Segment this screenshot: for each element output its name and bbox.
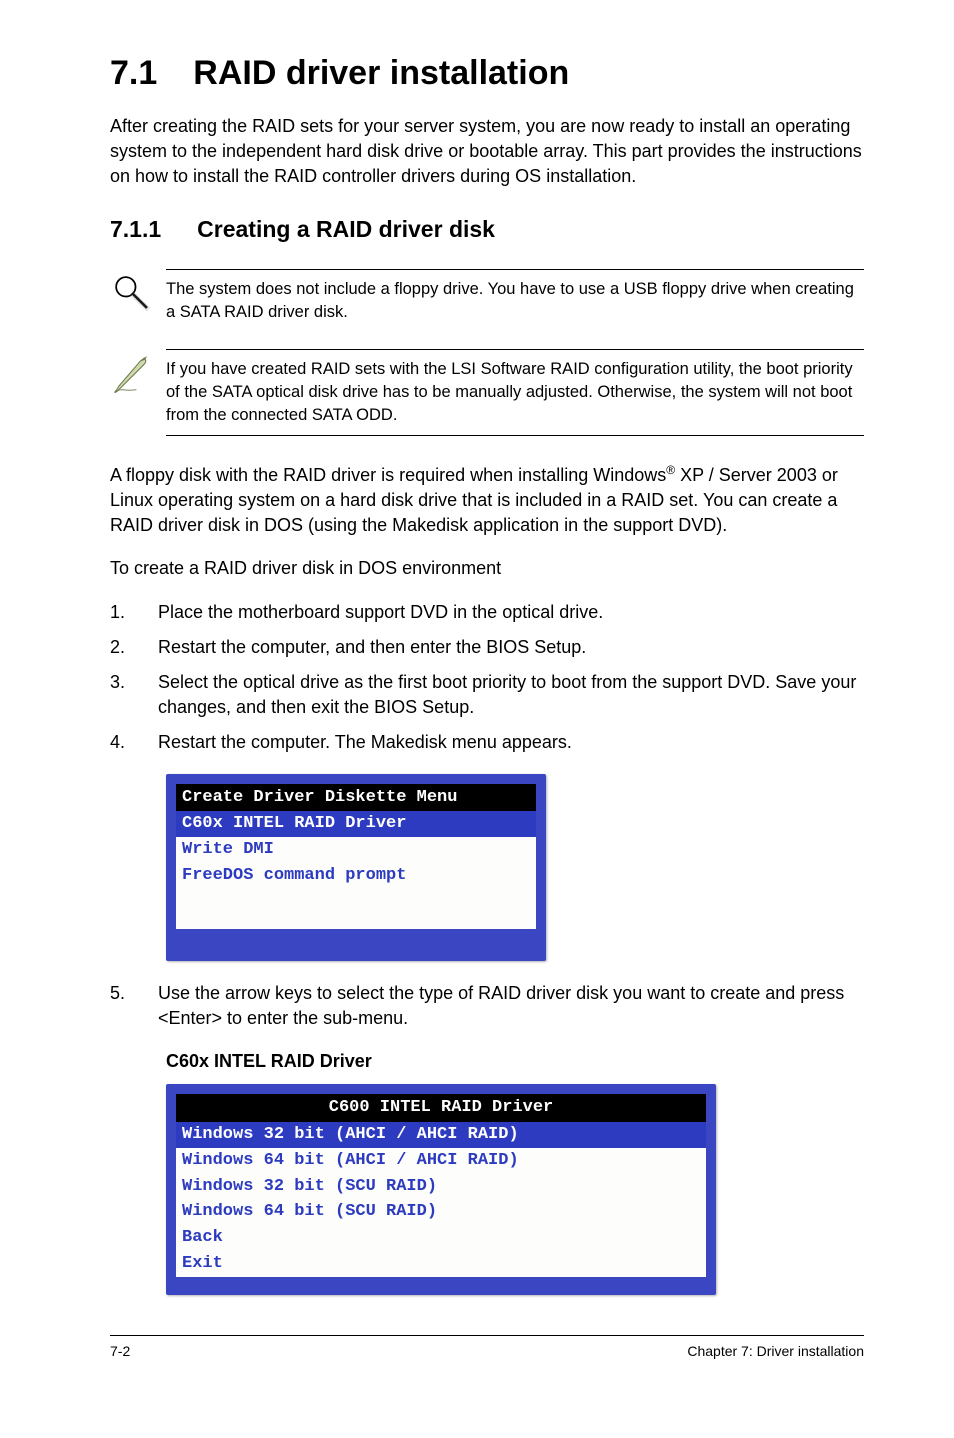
screen-frame: C600 INTEL RAID Driver Windows 32 bit (A… [166,1084,716,1295]
section-number: 7.1 [110,54,157,92]
menu-item: Back [176,1225,706,1251]
steps-list: 1. Place the motherboard support DVD in … [110,600,864,756]
step-number: 1. [110,600,158,625]
registered-mark: ® [666,463,675,477]
section-title-text: RAID driver installation [193,54,569,92]
menu-item-selected: C60x INTEL RAID Driver [176,811,536,837]
menu-item: Write DMI [176,837,536,863]
menu-empty-space [176,889,536,929]
step-number: 5. [110,981,158,1031]
screen-body: C60x INTEL RAID Driver Write DMI FreeDOS… [176,811,536,928]
note-text: The system does not include a floppy dri… [166,269,864,332]
raid-driver-menu-screenshot: C600 INTEL RAID Driver Windows 32 bit (A… [166,1084,864,1295]
menu-item-selected: Windows 32 bit (AHCI / AHCI RAID) [176,1122,706,1148]
note-block-lsi: If you have created RAID sets with the L… [110,341,864,444]
step-text: Restart the computer. The Makedisk menu … [158,730,864,755]
step-text: Place the motherboard support DVD in the… [158,600,864,625]
subsection-number: 7.1.1 [110,216,161,242]
steps-list-continued: 5. Use the arrow keys to select the type… [110,981,864,1031]
note-text: If you have created RAID sets with the L… [166,349,864,436]
section-heading: 7.1 RAID driver installation [110,50,864,98]
menu-item: FreeDOS command prompt [176,863,536,889]
makedisk-menu-screenshot: Create Driver Diskette Menu C60x INTEL R… [166,774,864,961]
list-item: 5. Use the arrow keys to select the type… [110,981,864,1031]
step-number: 3. [110,670,158,720]
screen-title: C600 INTEL RAID Driver [176,1094,706,1122]
para1-pre: A floppy disk with the RAID driver is re… [110,465,666,485]
subsection-heading: 7.1.1 Creating a RAID driver disk [110,213,864,245]
note-block-usb: The system does not include a floppy dri… [110,261,864,340]
step-number: 2. [110,635,158,660]
page-number: 7-2 [110,1342,130,1362]
body-paragraph-2: To create a RAID driver disk in DOS envi… [110,556,864,581]
list-item: 2. Restart the computer, and then enter … [110,635,864,660]
step-text: Use the arrow keys to select the type of… [158,981,864,1031]
page-footer: 7-2 Chapter 7: Driver installation [110,1335,864,1362]
driver-label: C60x INTEL RAID Driver [166,1049,864,1074]
menu-item: Windows 64 bit (AHCI / AHCI RAID) [176,1148,706,1174]
magnifier-icon [110,269,166,315]
chapter-label: Chapter 7: Driver installation [687,1342,864,1362]
menu-item: Windows 64 bit (SCU RAID) [176,1199,706,1225]
list-item: 3. Select the optical drive as the first… [110,670,864,720]
list-item: 4. Restart the computer. The Makedisk me… [110,730,864,755]
screen-title: Create Driver Diskette Menu [176,784,536,812]
pen-icon [110,349,166,395]
list-item: 1. Place the motherboard support DVD in … [110,600,864,625]
step-number: 4. [110,730,158,755]
step-text: Select the optical drive as the first bo… [158,670,864,720]
subsection-title-text: Creating a RAID driver disk [197,216,495,242]
step-text: Restart the computer, and then enter the… [158,635,864,660]
menu-item: Windows 32 bit (SCU RAID) [176,1174,706,1200]
screen-frame: Create Driver Diskette Menu C60x INTEL R… [166,774,546,961]
body-paragraph-1: A floppy disk with the RAID driver is re… [110,462,864,539]
intro-paragraph: After creating the RAID sets for your se… [110,114,864,190]
screen-body: Windows 32 bit (AHCI / AHCI RAID) Window… [176,1122,706,1277]
menu-item: Exit [176,1251,706,1277]
